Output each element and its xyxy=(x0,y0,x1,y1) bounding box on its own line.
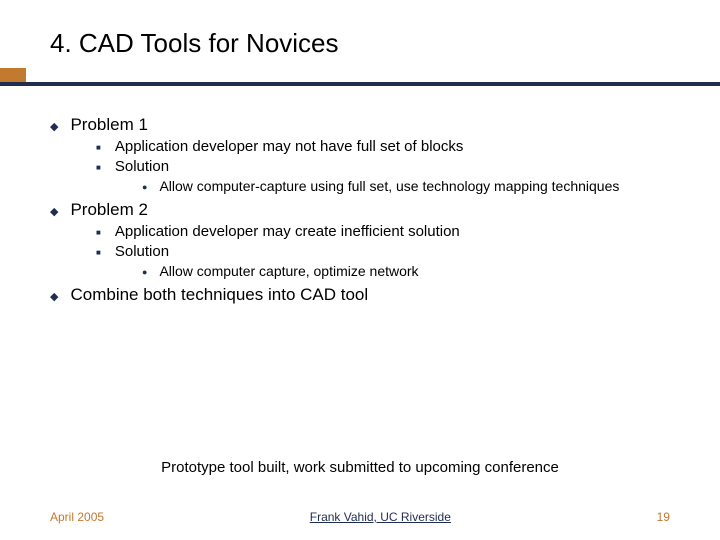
bullet-text: Solution xyxy=(115,243,169,260)
slide-title: 4. CAD Tools for Novices xyxy=(50,28,670,59)
bullet-problem-1-solution: ■ Solution xyxy=(96,158,670,175)
square-bullet-icon: ■ xyxy=(96,163,101,172)
bullet-combine: ◆ Combine both techniques into CAD tool xyxy=(50,285,670,305)
slide: 4. CAD Tools for Novices ◆ Problem 1 ■ A… xyxy=(0,0,720,540)
footnote: Prototype tool built, work submitted to … xyxy=(0,459,720,476)
footer-date: April 2005 xyxy=(50,510,104,524)
bullet-problem-2-solution: ■ Solution xyxy=(96,243,670,260)
bullet-problem-2-detail: ■ Application developer may create ineff… xyxy=(96,223,670,240)
bullet-text: Application developer may not have full … xyxy=(115,138,464,155)
bullet-text: Problem 2 xyxy=(70,200,147,220)
footer-page: 19 xyxy=(657,510,670,524)
dot-bullet-icon: ● xyxy=(142,267,147,277)
square-bullet-icon: ■ xyxy=(96,248,101,257)
footer: April 2005 Frank Vahid, UC Riverside 19 xyxy=(0,510,720,524)
square-bullet-icon: ■ xyxy=(96,228,101,237)
square-bullet-icon: ■ xyxy=(96,143,101,152)
dot-bullet-icon: ● xyxy=(142,182,147,192)
title-accent xyxy=(0,68,26,82)
bullet-text: Allow computer capture, optimize network xyxy=(159,263,418,279)
title-rule xyxy=(0,82,720,86)
bullet-text: Application developer may create ineffic… xyxy=(115,223,460,240)
bullet-problem-2-solution-detail: ● Allow computer capture, optimize netwo… xyxy=(142,263,670,279)
diamond-bullet-icon: ◆ xyxy=(50,120,58,133)
bullet-problem-2: ◆ Problem 2 xyxy=(50,200,670,220)
diamond-bullet-icon: ◆ xyxy=(50,290,58,303)
bullet-text: Problem 1 xyxy=(70,115,147,135)
diamond-bullet-icon: ◆ xyxy=(50,205,58,218)
bullet-problem-1: ◆ Problem 1 xyxy=(50,115,670,135)
bullet-text: Solution xyxy=(115,158,169,175)
bullet-problem-1-solution-detail: ● Allow computer-capture using full set,… xyxy=(142,178,670,194)
footer-author: Frank Vahid, UC Riverside xyxy=(310,510,451,524)
bullet-problem-1-detail: ■ Application developer may not have ful… xyxy=(96,138,670,155)
bullet-text: Allow computer-capture using full set, u… xyxy=(159,178,619,194)
bullet-text: Combine both techniques into CAD tool xyxy=(70,285,368,305)
slide-content: ◆ Problem 1 ■ Application developer may … xyxy=(50,115,670,305)
